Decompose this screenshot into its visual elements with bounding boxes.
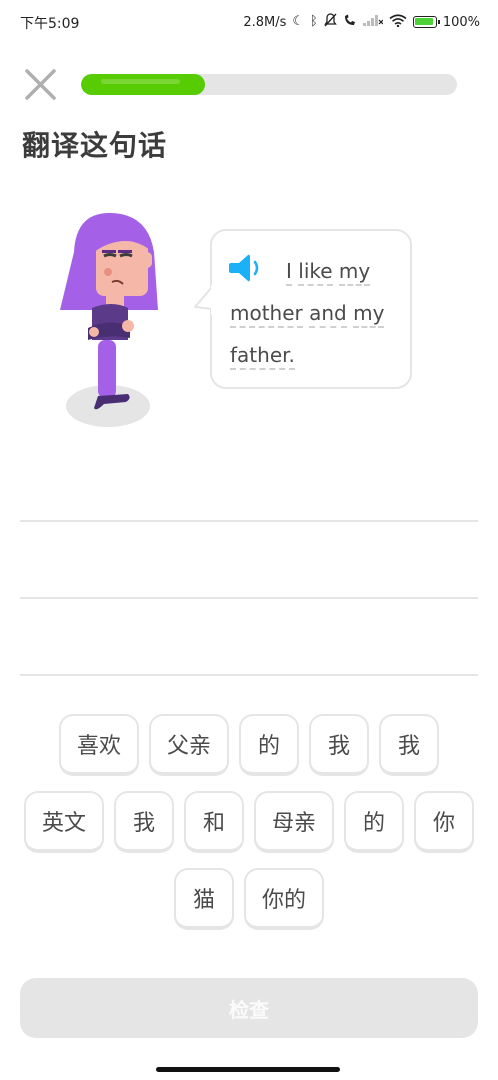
sentence-word[interactable]: I xyxy=(286,259,292,286)
close-button[interactable] xyxy=(22,66,60,104)
answer-line xyxy=(20,674,478,676)
status-time: 下午5:09 xyxy=(20,16,80,32)
status-bar: 下午5:09 2.8M/s ☾ ᛒ 100% xyxy=(0,0,498,44)
character-illustration xyxy=(60,212,158,427)
close-icon xyxy=(25,69,56,100)
word-chip[interactable]: 我 xyxy=(114,791,174,853)
sentence-word[interactable]: and xyxy=(309,301,347,328)
page-title: 翻译这句话 xyxy=(22,129,168,162)
word-chip[interactable]: 父亲 xyxy=(149,714,229,776)
moon-icon: ☾ xyxy=(292,14,305,29)
battery-level: 100% xyxy=(442,14,480,30)
battery-icon xyxy=(412,16,440,28)
sentence-word[interactable]: my xyxy=(353,301,385,328)
word-bank-row: 猫 你的 xyxy=(18,868,480,930)
signal-icon xyxy=(362,14,384,30)
word-chip[interactable]: 的 xyxy=(239,714,299,776)
answer-line xyxy=(20,597,478,599)
sentence-word[interactable]: mother xyxy=(230,301,303,328)
word-chip[interactable]: 喜欢 xyxy=(59,714,139,776)
progress-shine xyxy=(101,79,180,84)
word-chip[interactable]: 和 xyxy=(184,791,244,853)
network-speed: 2.8M/s xyxy=(243,14,287,30)
check-button[interactable]: 检查 xyxy=(20,978,478,1038)
mute-icon xyxy=(324,13,337,31)
sentence-to-translate: I like my mother and my father. xyxy=(230,250,400,376)
word-bank-row: 英文 我 和 母亲 的 你 xyxy=(18,791,480,853)
bluetooth-icon: ᛒ xyxy=(310,14,318,29)
word-bank-row: 喜欢 父亲 的 我 我 xyxy=(18,714,480,776)
answer-line xyxy=(20,520,478,522)
word-chip[interactable]: 你 xyxy=(414,791,474,853)
sentence-word[interactable]: my xyxy=(338,259,371,286)
call-icon xyxy=(343,13,357,31)
sentence-word[interactable]: father. xyxy=(230,343,295,370)
lesson-progress-bar xyxy=(81,74,457,95)
progress-fill xyxy=(81,74,206,95)
speech-bubble-tail xyxy=(194,285,215,315)
status-icons: 2.8M/s ☾ ᛒ 100% xyxy=(243,13,480,31)
word-chip[interactable]: 猫 xyxy=(174,868,234,930)
word-chip[interactable]: 母亲 xyxy=(254,791,334,853)
word-chip[interactable]: 我 xyxy=(379,714,439,776)
home-indicator[interactable] xyxy=(156,1067,340,1072)
sentence-word[interactable]: like xyxy=(298,259,333,286)
word-chip[interactable]: 英文 xyxy=(24,791,104,853)
word-chip[interactable]: 我 xyxy=(309,714,369,776)
wifi-icon xyxy=(389,13,407,31)
word-chip[interactable]: 的 xyxy=(344,791,404,853)
word-chip[interactable]: 你的 xyxy=(244,868,324,930)
